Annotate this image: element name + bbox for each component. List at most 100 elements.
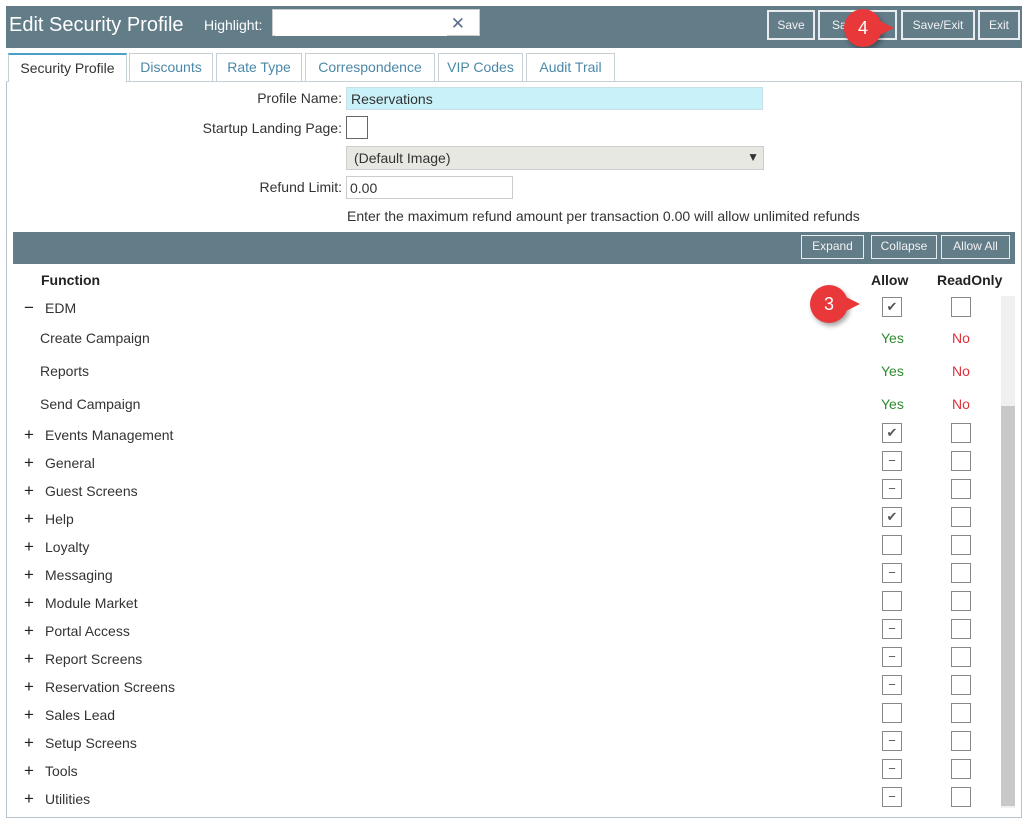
allow-checkbox[interactable]: −: [882, 563, 902, 583]
expand-toggle[interactable]: +: [22, 481, 36, 501]
allow-checkbox[interactable]: −: [882, 451, 902, 471]
allow-checkbox[interactable]: [882, 535, 902, 555]
refund-hint: Enter the maximum refund amount per tran…: [347, 208, 860, 224]
expand-toggle[interactable]: +: [22, 677, 36, 697]
readonly-checkbox[interactable]: [951, 619, 971, 639]
refund-limit-input[interactable]: 0.00: [346, 176, 513, 199]
allow-all-button[interactable]: Allow All: [941, 235, 1010, 259]
exit-button[interactable]: Exit: [978, 10, 1020, 40]
allow-checkbox[interactable]: ✔: [882, 423, 902, 443]
function-label: Guest Screens: [45, 483, 138, 499]
allow-checkbox[interactable]: −: [882, 619, 902, 639]
refund-limit-label: Refund Limit:: [259, 179, 342, 195]
allow-value: Yes: [881, 396, 904, 412]
tab-discounts[interactable]: Discounts: [129, 53, 213, 81]
function-row: + General −: [13, 449, 1001, 477]
readonly-checkbox[interactable]: [951, 451, 971, 471]
sub-function-row: Create Campaign Yes No: [13, 324, 1001, 352]
function-label: Portal Access: [45, 623, 130, 639]
function-label: Module Market: [45, 595, 138, 611]
allow-checkbox[interactable]: −: [882, 731, 902, 751]
window-title: Edit Security Profile: [9, 14, 184, 36]
function-label: Help: [45, 511, 74, 527]
readonly-checkbox[interactable]: [951, 731, 971, 751]
save-button[interactable]: Save: [767, 10, 815, 40]
expand-toggle[interactable]: +: [22, 453, 36, 473]
startup-landing-page-label: Startup Landing Page:: [202, 120, 342, 136]
collapse-button[interactable]: Collapse: [871, 235, 937, 259]
readonly-checkbox[interactable]: [951, 423, 971, 443]
function-label: Utilities: [45, 791, 91, 807]
save-exit-button[interactable]: Save/Exit: [901, 10, 975, 40]
readonly-checkbox[interactable]: [951, 703, 971, 723]
function-label: EDM: [45, 300, 77, 316]
readonly-value: No: [952, 396, 970, 412]
allow-checkbox[interactable]: ✔: [882, 297, 902, 317]
allow-checkbox[interactable]: −: [882, 787, 902, 807]
allow-checkbox[interactable]: −: [882, 675, 902, 695]
readonly-checkbox[interactable]: [951, 787, 971, 807]
readonly-value: No: [952, 330, 970, 346]
expand-toggle[interactable]: +: [22, 621, 36, 641]
expand-toggle[interactable]: +: [22, 537, 36, 557]
tab-security-profile[interactable]: Security Profile: [8, 53, 127, 82]
function-label: Events Management: [45, 427, 174, 443]
step-4-callout: 4: [844, 9, 894, 47]
expand-toggle[interactable]: +: [22, 733, 36, 753]
scrollbar-thumb[interactable]: [1001, 406, 1015, 806]
expand-toggle[interactable]: +: [22, 705, 36, 725]
sub-function-label: Send Campaign: [40, 396, 141, 412]
expand-toggle[interactable]: +: [22, 761, 36, 781]
expand-toggle[interactable]: +: [22, 509, 36, 529]
readonly-checkbox[interactable]: [951, 297, 971, 317]
sub-function-row: Send Campaign Yes No: [13, 390, 1001, 418]
expand-toggle[interactable]: +: [22, 789, 36, 809]
tab-rate-type[interactable]: Rate Type: [216, 53, 302, 81]
chevron-down-icon: ▼: [747, 150, 759, 164]
profile-name-label: Profile Name:: [257, 90, 342, 106]
function-row: + Report Screens −: [13, 645, 1001, 673]
allow-checkbox[interactable]: [882, 703, 902, 723]
readonly-checkbox[interactable]: [951, 675, 971, 695]
expand-button[interactable]: Expand: [801, 235, 864, 259]
function-row: + Reservation Screens −: [13, 673, 1001, 701]
readonly-value: No: [952, 363, 970, 379]
function-row: + Events Management ✔: [13, 421, 1001, 449]
profile-name-input[interactable]: Reservations: [346, 87, 763, 110]
allow-checkbox[interactable]: −: [882, 759, 902, 779]
expand-toggle[interactable]: +: [22, 593, 36, 613]
function-row: + Module Market: [13, 589, 1001, 617]
allow-checkbox[interactable]: −: [882, 479, 902, 499]
close-icon[interactable]: ✕: [451, 14, 465, 34]
vertical-scrollbar[interactable]: [1001, 296, 1015, 808]
image-select[interactable]: (Default Image) ▼: [346, 146, 764, 170]
tab-audit-trail[interactable]: Audit Trail: [526, 53, 615, 81]
readonly-checkbox[interactable]: [951, 507, 971, 527]
allow-checkbox[interactable]: ✔: [882, 507, 902, 527]
collapse-toggle[interactable]: −: [22, 298, 36, 318]
readonly-checkbox[interactable]: [951, 535, 971, 555]
highlight-input[interactable]: [275, 12, 447, 36]
readonly-column-header: ReadOnly: [937, 272, 1003, 288]
readonly-checkbox[interactable]: [951, 563, 971, 583]
function-label: Messaging: [45, 567, 113, 583]
expand-toggle[interactable]: +: [22, 565, 36, 585]
allow-value: Yes: [881, 363, 904, 379]
function-label: Reservation Screens: [45, 679, 175, 695]
readonly-checkbox[interactable]: [951, 479, 971, 499]
allow-checkbox[interactable]: [882, 591, 902, 611]
highlight-label: Highlight:: [204, 17, 263, 33]
function-row: + Guest Screens −: [13, 477, 1001, 505]
tab-correspondence[interactable]: Correspondence: [305, 53, 435, 81]
expand-toggle[interactable]: +: [22, 649, 36, 669]
readonly-checkbox[interactable]: [951, 591, 971, 611]
function-row: + Portal Access −: [13, 617, 1001, 645]
expand-toggle[interactable]: +: [22, 425, 36, 445]
function-label: General: [45, 455, 95, 471]
tab-vip-codes[interactable]: VIP Codes: [438, 53, 523, 81]
grid-toolbar: Expand Collapse Allow All: [13, 232, 1015, 264]
allow-checkbox[interactable]: −: [882, 647, 902, 667]
readonly-checkbox[interactable]: [951, 759, 971, 779]
startup-landing-page-checkbox[interactable]: [346, 116, 368, 139]
readonly-checkbox[interactable]: [951, 647, 971, 667]
